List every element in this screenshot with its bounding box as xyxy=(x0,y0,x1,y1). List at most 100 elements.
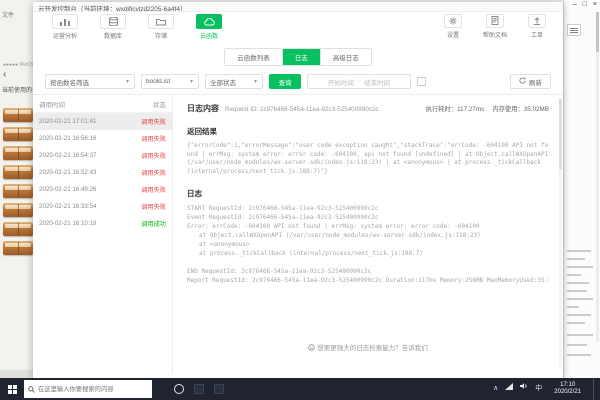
show-desktop-button[interactable] xyxy=(593,378,596,400)
menu-icon[interactable] xyxy=(567,24,581,36)
chevron-down-icon: ▼ xyxy=(125,78,130,85)
start-time-placeholder: 开始时间 xyxy=(327,79,354,87)
log-line: START RequestId: 2c976466-545a-11ea-92c3… xyxy=(187,205,379,212)
log-detail-panel: 日志内容 Request ID: 2c976466-545a-11ea-92c3… xyxy=(173,95,563,374)
strip-scrollbar[interactable] xyxy=(596,12,599,342)
ticket-button[interactable]: 工单 xyxy=(521,14,553,39)
book-thumbnail[interactable] xyxy=(3,146,33,160)
request-id: Request ID: 2c976466-545a-11ea-92c3-5254… xyxy=(225,106,379,113)
search-icon xyxy=(28,380,35,398)
taskbar-search[interactable] xyxy=(24,380,152,398)
cloud-function-icon xyxy=(203,13,215,31)
nav-tab-database[interactable]: 数据库 xyxy=(93,14,133,40)
clock-date: 2020/2/21 xyxy=(554,389,581,395)
book-thumbnail[interactable] xyxy=(3,241,33,255)
status-badge: 调用失败 xyxy=(141,119,166,126)
cloud-console-window: 云开发控制台（当前环境：wxdjfjcvlzd2205-6a4f4） 运营分析 … xyxy=(33,2,563,378)
status-badge: 调用成功 xyxy=(141,221,166,228)
status-badge: 调用失败 xyxy=(141,136,166,143)
nav-tab-analytics[interactable]: 运营分析 xyxy=(45,14,85,40)
back-arrow-icon[interactable]: ‹ xyxy=(3,70,6,80)
log-line: at Object.callWXOpenAPI (/var/user/node_… xyxy=(199,232,481,239)
maximize-icon[interactable]: □ xyxy=(583,1,587,8)
bar-chart-icon xyxy=(60,13,70,31)
log-section-title: 日志 xyxy=(187,189,202,198)
windows-logo-icon xyxy=(7,384,17,394)
status-badge: 调用失败 xyxy=(141,170,166,177)
book-thumbnail[interactable] xyxy=(3,165,33,179)
refresh-button[interactable]: 刷新 xyxy=(510,74,551,89)
date-range-input[interactable]: 开始时间 - 结束时间 xyxy=(307,74,411,89)
refresh-icon xyxy=(519,77,526,86)
call-log-table: 调用时间 状态 2020-02-21 17:01:41 调用失败 2020-02… xyxy=(33,95,173,374)
volume-icon[interactable] xyxy=(520,378,528,400)
book-thumbnail[interactable] xyxy=(3,203,33,217)
table-row[interactable]: 2020-02-21 16:54:37 调用失败 xyxy=(33,147,172,164)
taskbar-app-icon[interactable] xyxy=(194,384,204,394)
log-content-title: 日志内容 xyxy=(187,104,219,113)
hidden-icons-chevron[interactable]: ∧ xyxy=(493,378,498,400)
network-icon[interactable] xyxy=(505,378,514,400)
book-thumbnail[interactable] xyxy=(3,184,33,198)
help-docs-button[interactable]: 帮助文档 xyxy=(479,14,511,39)
log-line: at process._tickCallback (internal/proce… xyxy=(199,250,423,257)
result-section-title: 返回结果 xyxy=(187,127,217,136)
nav-tab-storage[interactable]: 存储 xyxy=(141,14,181,40)
log-line: at <anonymous> xyxy=(199,241,250,248)
system-tray: ∧ 中 17:10 2020/2/21 xyxy=(493,378,600,400)
tab-function-list[interactable]: 云函数列表 xyxy=(225,49,283,65)
calendar-checkbox[interactable] xyxy=(417,77,426,86)
ime-indicator[interactable]: 中 xyxy=(535,378,542,400)
result-json: {"errorCode":1,"errorMessage":"user code… xyxy=(187,142,549,175)
book-thumbnail[interactable] xyxy=(3,127,33,141)
strip-scrollbar-thumb[interactable] xyxy=(596,12,599,52)
table-row[interactable]: 2020-02-21 16:10:19 调用成功 xyxy=(33,215,172,232)
log-line: Error: errCode: -604100 API not found | … xyxy=(187,223,480,230)
book-thumbnail[interactable] xyxy=(3,108,33,122)
editor-strip: – □ × xyxy=(563,0,600,378)
table-row[interactable]: 2020-02-21 16:52:43 调用失败 xyxy=(33,164,172,181)
end-time-placeholder: 结束时间 xyxy=(364,79,391,87)
status-dropdown[interactable]: 全部状态 ▼ xyxy=(205,74,263,89)
minimize-icon[interactable]: – xyxy=(573,1,577,8)
log-line: Event RequestId: 2c976466-545a-11ea-92c3… xyxy=(187,214,379,221)
column-header-status: 状态 xyxy=(153,102,166,109)
raw-log-lines: START RequestId: 2c976466-545a-11ea-92c3… xyxy=(187,204,549,285)
start-button[interactable] xyxy=(0,378,24,400)
devtools-menu[interactable]: 文件 xyxy=(2,10,14,19)
tab-logs[interactable]: 日志 xyxy=(282,49,321,65)
chevron-down-icon: ▼ xyxy=(253,78,258,85)
gear-icon xyxy=(449,12,457,30)
database-icon xyxy=(108,13,118,31)
table-row[interactable]: 2020-02-21 16:56:16 调用失败 xyxy=(33,130,172,147)
desktop: 12222 - 微信开发者工具 文件 ●●●●● WeChat ‹ 当前使用的书… xyxy=(0,0,600,400)
query-button[interactable]: 查询 xyxy=(269,74,301,89)
column-header-call-time: 调用时间 xyxy=(39,102,65,109)
cortana-icon[interactable] xyxy=(174,384,184,394)
function-name-dropdown[interactable]: bookList ▼ xyxy=(141,74,199,89)
close-icon[interactable]: × xyxy=(593,1,597,8)
feedback-link[interactable]: 想要更强大的日志检索能力？告诉我们 xyxy=(173,342,563,352)
table-row[interactable]: 2020-02-21 16:33:54 调用失败 xyxy=(33,198,172,215)
status-badge: 调用失败 xyxy=(141,204,166,211)
status-badge: 调用失败 xyxy=(141,187,166,194)
console-window-title: 云开发控制台（当前环境：wxdjfjcvlzd2205-6a4f4） xyxy=(33,2,563,12)
log-scrollbar-thumb[interactable] xyxy=(559,99,562,169)
log-line: END RequestId: 2c976466-545a-11ea-92c3-5… xyxy=(187,268,372,275)
settings-button[interactable]: 设置 xyxy=(437,14,469,39)
book-thumbnail[interactable] xyxy=(3,222,33,236)
table-row[interactable]: 2020-02-21 16:49:26 调用失败 xyxy=(33,181,172,198)
nav-tab-cloud-functions[interactable]: 云函数 xyxy=(189,14,229,40)
upload-icon xyxy=(533,12,541,30)
search-input[interactable] xyxy=(38,385,148,393)
feedback-icon xyxy=(308,344,316,351)
document-icon xyxy=(491,12,499,30)
taskbar-app-icon[interactable] xyxy=(214,384,224,394)
console-toolbar: 运营分析 数据库 存储 云函数 设置 帮助文档 工单 xyxy=(33,12,563,45)
table-row[interactable]: 2020-02-21 17:01:41 调用失败 xyxy=(33,113,172,130)
tab-advanced-logs[interactable]: 高级日志 xyxy=(320,49,371,65)
log-filter-bar: 按函数名筛选 ▼ bookList ▼ 全部状态 ▼ 查询 开始时间 - 结束时间 刷… xyxy=(33,74,563,89)
taskbar-clock[interactable]: 17:10 2020/2/21 xyxy=(549,382,586,396)
memory-stat: 内存使用：35.02MB xyxy=(492,106,549,113)
function-filter-dropdown[interactable]: 按函数名筛选 ▼ xyxy=(45,74,135,89)
